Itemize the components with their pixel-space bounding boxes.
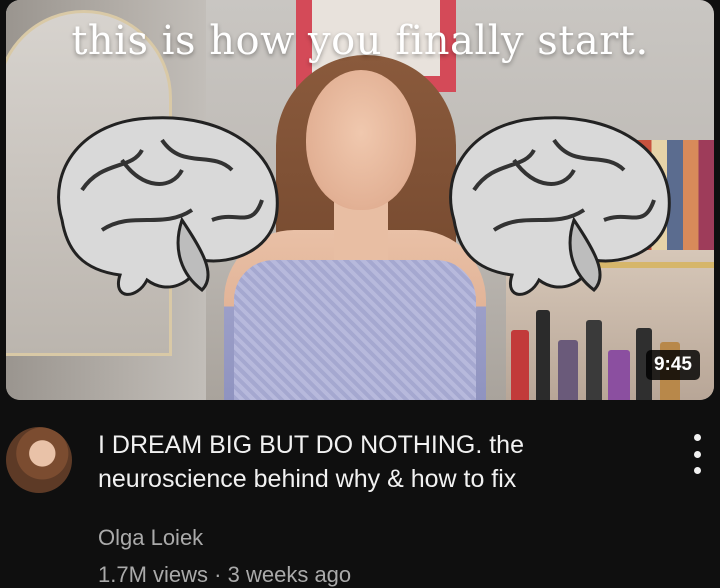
channel-name[interactable]: Olga Loiek <box>98 525 203 551</box>
upload-age: 3 weeks ago <box>227 562 352 587</box>
video-metadata: I DREAM BIG BUT DO NOTHING. the neurosci… <box>0 400 720 588</box>
video-stats: 1.7M views · 3 weeks ago <box>98 562 351 588</box>
brain-illustration-left <box>57 116 279 296</box>
brain-illustration-right <box>449 116 671 296</box>
thumbnail-text: this is how you finally start. <box>71 18 649 64</box>
view-count: 1.7M views <box>98 562 209 587</box>
video-thumbnail[interactable]: this is how you finally start. 9:45 <box>6 0 714 400</box>
thumbnail-person-face <box>306 70 416 210</box>
video-title[interactable]: I DREAM BIG BUT DO NOTHING. the neurosci… <box>98 428 658 496</box>
duration-badge: 9:45 <box>645 350 700 380</box>
channel-avatar[interactable] <box>6 427 72 493</box>
stats-separator: · <box>214 562 222 587</box>
more-vert-icon[interactable] <box>682 434 712 474</box>
